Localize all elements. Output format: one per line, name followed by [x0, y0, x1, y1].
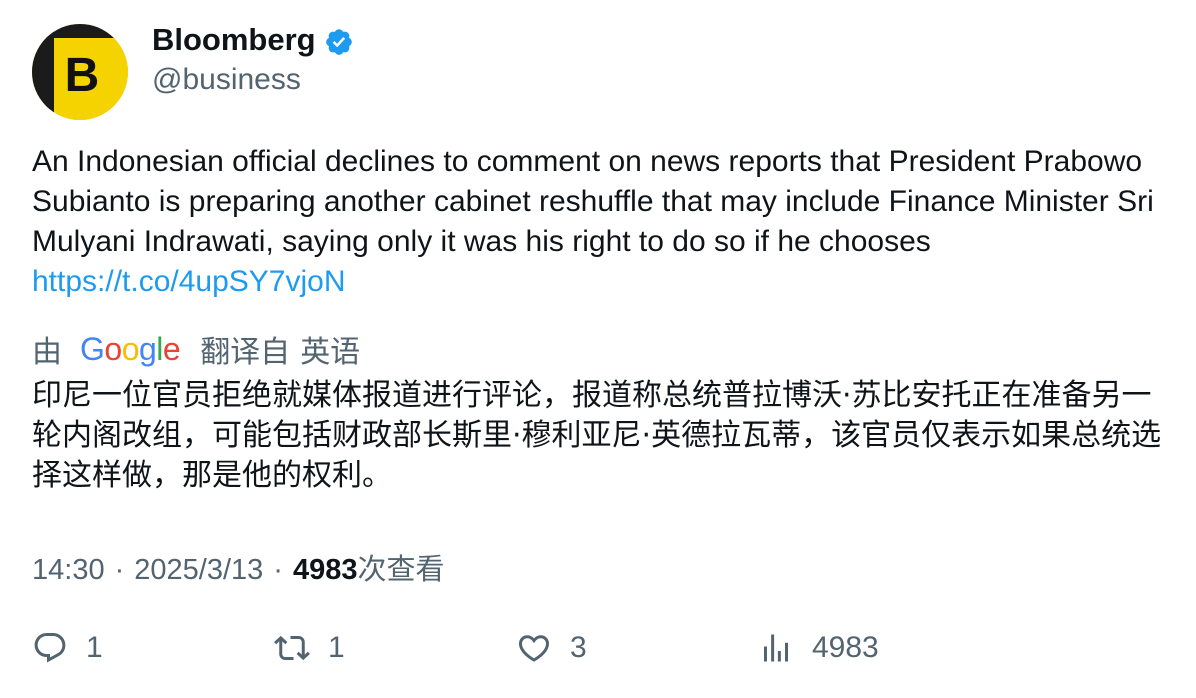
views-chart-icon — [764, 634, 788, 662]
meta-separator: · — [114, 554, 125, 586]
tweet-date[interactable]: 2025/3/13 — [134, 554, 263, 587]
tweet-link[interactable]: https://t.co/4upSY7vjoN — [32, 265, 346, 298]
like-button[interactable]: 3 — [516, 630, 587, 666]
views-action-count: 4983 — [812, 631, 879, 664]
action-bar: 1 1 3 4983 — [32, 630, 1172, 674]
translation-language: 英语 — [300, 335, 361, 370]
like-count: 3 — [570, 631, 587, 664]
reply-button[interactable]: 1 — [32, 630, 103, 666]
tweet-meta: 14:30 · 2025/3/13 · 4983 次查看 — [32, 546, 444, 588]
avatar[interactable]: B — [32, 24, 128, 120]
translation-from-label: 翻译自 — [200, 335, 291, 370]
retweet-button[interactable]: 1 — [274, 630, 345, 666]
avatar-letter: B — [54, 38, 128, 120]
views-label: 次查看 — [357, 552, 445, 586]
avatar-shade — [32, 24, 54, 120]
translation-attribution: 由 Google 翻译自 英语 — [32, 327, 360, 371]
reply-icon — [34, 633, 66, 663]
reply-count: 1 — [86, 631, 103, 664]
verified-badge-icon — [325, 29, 352, 55]
tweet-body: An Indonesian official declines to comme… — [32, 145, 1154, 258]
heart-icon — [518, 635, 550, 662]
tweet-time[interactable]: 14:30 — [32, 554, 105, 587]
tweet-text: An Indonesian official declines to comme… — [32, 142, 1172, 302]
meta-separator: · — [273, 554, 283, 586]
google-logo: Google — [80, 330, 181, 367]
author-name-row: Bloomberg — [152, 22, 354, 58]
author-handle[interactable]: @business — [152, 63, 301, 97]
avatar-shade-top — [32, 24, 128, 38]
views-button[interactable]: 4983 — [758, 630, 879, 666]
translation-by-label: 由 — [32, 335, 62, 370]
translated-text: 印尼一位官员拒绝就媒体报道进行评论，报道称总统普拉博沃·苏比安托正在准备另一轮内… — [32, 378, 1162, 493]
views-count: 4983 — [292, 554, 358, 586]
author-name[interactable]: Bloomberg — [152, 22, 316, 58]
retweet-count: 1 — [328, 631, 345, 664]
retweet-icon — [274, 635, 310, 661]
